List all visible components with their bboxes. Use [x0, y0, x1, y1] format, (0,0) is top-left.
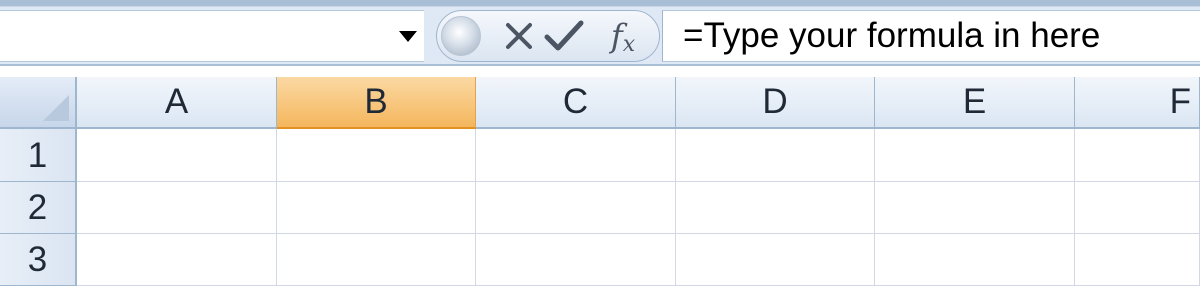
cell-d1[interactable]	[676, 129, 875, 182]
cell-f2[interactable]	[1075, 182, 1200, 234]
name-box-dropdown-button[interactable]	[392, 11, 424, 61]
cell-f1[interactable]	[1075, 129, 1200, 182]
column-header-c[interactable]: C	[476, 77, 676, 129]
cell-a3[interactable]	[77, 234, 277, 286]
formula-input[interactable]: =Type your formula in here	[662, 10, 1200, 62]
cell-e2[interactable]	[875, 182, 1075, 234]
insert-function-button[interactable]: fx	[597, 11, 649, 61]
cell-d2[interactable]	[676, 182, 875, 234]
column-header-e[interactable]: E	[875, 77, 1075, 129]
checkmark-icon	[544, 20, 584, 51]
column-header-f[interactable]: F	[1075, 77, 1200, 129]
column-header-b[interactable]: B	[277, 77, 476, 129]
select-all-button[interactable]	[0, 77, 77, 129]
row-header-2[interactable]: 2	[0, 182, 77, 234]
cell-d3[interactable]	[676, 234, 875, 286]
x-icon	[506, 23, 532, 49]
cell-e3[interactable]	[875, 234, 1075, 286]
row-header-3[interactable]: 3	[0, 234, 77, 286]
cell-c2[interactable]	[476, 182, 676, 234]
resize-handle[interactable]	[441, 16, 481, 56]
triangle-down-icon	[399, 31, 417, 42]
enter-button[interactable]	[541, 11, 587, 61]
ribbon-bottom-edge	[0, 0, 1200, 7]
column-header-a[interactable]: A	[77, 77, 277, 129]
cell-a1[interactable]	[77, 129, 277, 182]
column-header-d[interactable]: D	[676, 77, 875, 129]
select-all-triangle-icon	[43, 95, 69, 121]
cancel-button[interactable]	[499, 11, 539, 61]
cell-a2[interactable]	[77, 182, 277, 234]
spreadsheet-grid: A B C D E F 1 2 3	[0, 77, 1200, 293]
cell-b3[interactable]	[277, 234, 476, 286]
cell-c3[interactable]	[476, 234, 676, 286]
row-header-1[interactable]: 1	[0, 129, 77, 182]
cell-b1[interactable]	[277, 129, 476, 182]
fx-icon: fx	[610, 17, 636, 57]
name-box[interactable]	[0, 10, 424, 62]
formula-controls: fx	[436, 10, 660, 62]
formula-bar: fx =Type your formula in here	[0, 7, 1200, 64]
formula-bar-divider	[0, 64, 1200, 77]
cell-c1[interactable]	[476, 129, 676, 182]
cell-b2[interactable]	[277, 182, 476, 234]
cell-e1[interactable]	[875, 129, 1075, 182]
cell-f3[interactable]	[1075, 234, 1200, 286]
